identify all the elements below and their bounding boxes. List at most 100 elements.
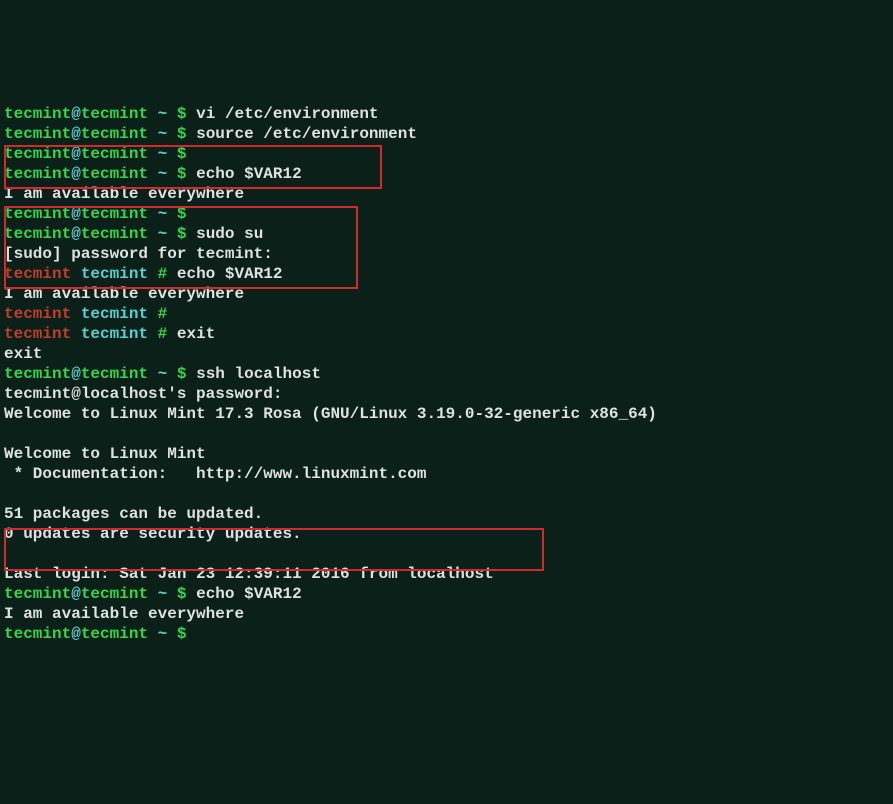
sp xyxy=(71,325,81,343)
command: exit xyxy=(177,325,215,343)
command: echo $VAR12 xyxy=(196,585,302,603)
sep xyxy=(167,205,177,223)
prompt-sym: $ xyxy=(177,145,187,163)
root-host: tecmint xyxy=(81,265,148,283)
sep xyxy=(167,225,177,243)
sep xyxy=(167,585,177,603)
prompt-tilde: ~ xyxy=(158,365,168,383)
terminal-output: tecmint@tecmint ~ $ vi /etc/environment … xyxy=(4,84,889,704)
sp xyxy=(186,105,196,123)
prompt-host: tecmint xyxy=(81,365,148,383)
output-line: I am available everywhere xyxy=(4,185,244,203)
prompt-at: @ xyxy=(71,125,81,143)
prompt-host: tecmint xyxy=(81,625,148,643)
prompt-user: tecmint xyxy=(4,125,71,143)
sep xyxy=(148,365,158,383)
output-line: I am available everywhere xyxy=(4,285,244,303)
command: source /etc/environment xyxy=(196,125,417,143)
prompt-tilde: ~ xyxy=(158,225,168,243)
prompt-host: tecmint xyxy=(81,125,148,143)
sp xyxy=(167,325,177,343)
sep xyxy=(148,145,158,163)
sep xyxy=(148,125,158,143)
prompt-sym: $ xyxy=(177,625,187,643)
output-line: Last login: Sat Jan 23 12:39:11 2016 fro… xyxy=(4,565,494,583)
sep xyxy=(167,125,177,143)
prompt-sym: $ xyxy=(177,585,187,603)
prompt-user: tecmint xyxy=(4,225,71,243)
sep xyxy=(148,305,158,323)
command: ssh localhost xyxy=(196,365,321,383)
prompt-at: @ xyxy=(71,365,81,383)
root-user: tecmint xyxy=(4,265,71,283)
prompt-tilde: ~ xyxy=(158,125,168,143)
prompt-at: @ xyxy=(71,225,81,243)
prompt-host: tecmint xyxy=(81,225,148,243)
sep xyxy=(167,165,177,183)
output-line: Welcome to Linux Mint 17.3 Rosa (GNU/Lin… xyxy=(4,405,657,423)
prompt-at: @ xyxy=(71,105,81,123)
command: echo $VAR12 xyxy=(177,265,283,283)
output-line: tecmint@localhost's password: xyxy=(4,385,282,403)
sep xyxy=(148,265,158,283)
sp xyxy=(186,365,196,383)
sep xyxy=(167,145,177,163)
prompt-user: tecmint xyxy=(4,205,71,223)
output-line: [sudo] password for tecmint: xyxy=(4,245,273,263)
sp xyxy=(186,125,196,143)
output-line: exit xyxy=(4,345,42,363)
prompt-at: @ xyxy=(71,165,81,183)
root-host: tecmint xyxy=(81,305,148,323)
sp xyxy=(167,265,177,283)
prompt-host: tecmint xyxy=(81,145,148,163)
command: echo $VAR12 xyxy=(196,165,302,183)
sep xyxy=(167,105,177,123)
prompt-at: @ xyxy=(71,145,81,163)
prompt-at: @ xyxy=(71,205,81,223)
output-line: 0 updates are security updates. xyxy=(4,525,302,543)
prompt-tilde: ~ xyxy=(158,585,168,603)
sep xyxy=(148,205,158,223)
prompt-tilde: ~ xyxy=(158,165,168,183)
prompt-at: @ xyxy=(71,625,81,643)
sp xyxy=(71,265,81,283)
prompt-host: tecmint xyxy=(81,205,148,223)
output-line: I am available everywhere xyxy=(4,605,244,623)
prompt-user: tecmint xyxy=(4,625,71,643)
root-host: tecmint xyxy=(81,325,148,343)
sep xyxy=(148,585,158,603)
sep xyxy=(167,625,177,643)
prompt-user: tecmint xyxy=(4,165,71,183)
prompt-user: tecmint xyxy=(4,365,71,383)
root-user: tecmint xyxy=(4,325,71,343)
sp xyxy=(186,585,196,603)
prompt-tilde: ~ xyxy=(158,625,168,643)
sp xyxy=(186,225,196,243)
prompt-tilde: ~ xyxy=(158,145,168,163)
root-user: tecmint xyxy=(4,305,71,323)
sep xyxy=(167,365,177,383)
prompt-host: tecmint xyxy=(81,165,148,183)
command: vi /etc/environment xyxy=(196,105,378,123)
sep xyxy=(148,225,158,243)
sep xyxy=(148,165,158,183)
sp xyxy=(186,165,196,183)
prompt-host: tecmint xyxy=(81,105,148,123)
root-hash: # xyxy=(158,325,168,343)
prompt-host: tecmint xyxy=(81,585,148,603)
command: sudo su xyxy=(196,225,263,243)
prompt-sym: $ xyxy=(177,205,187,223)
sp xyxy=(71,305,81,323)
sep xyxy=(148,105,158,123)
prompt-tilde: ~ xyxy=(158,205,168,223)
prompt-tilde: ~ xyxy=(158,105,168,123)
prompt-user: tecmint xyxy=(4,105,71,123)
output-line: 51 packages can be updated. xyxy=(4,505,263,523)
sep xyxy=(148,325,158,343)
output-line: * Documentation: http://www.linuxmint.co… xyxy=(4,465,426,483)
root-hash: # xyxy=(158,265,168,283)
output-line: Welcome to Linux Mint xyxy=(4,445,206,463)
prompt-user: tecmint xyxy=(4,145,71,163)
root-hash: # xyxy=(158,305,168,323)
prompt-at: @ xyxy=(71,585,81,603)
